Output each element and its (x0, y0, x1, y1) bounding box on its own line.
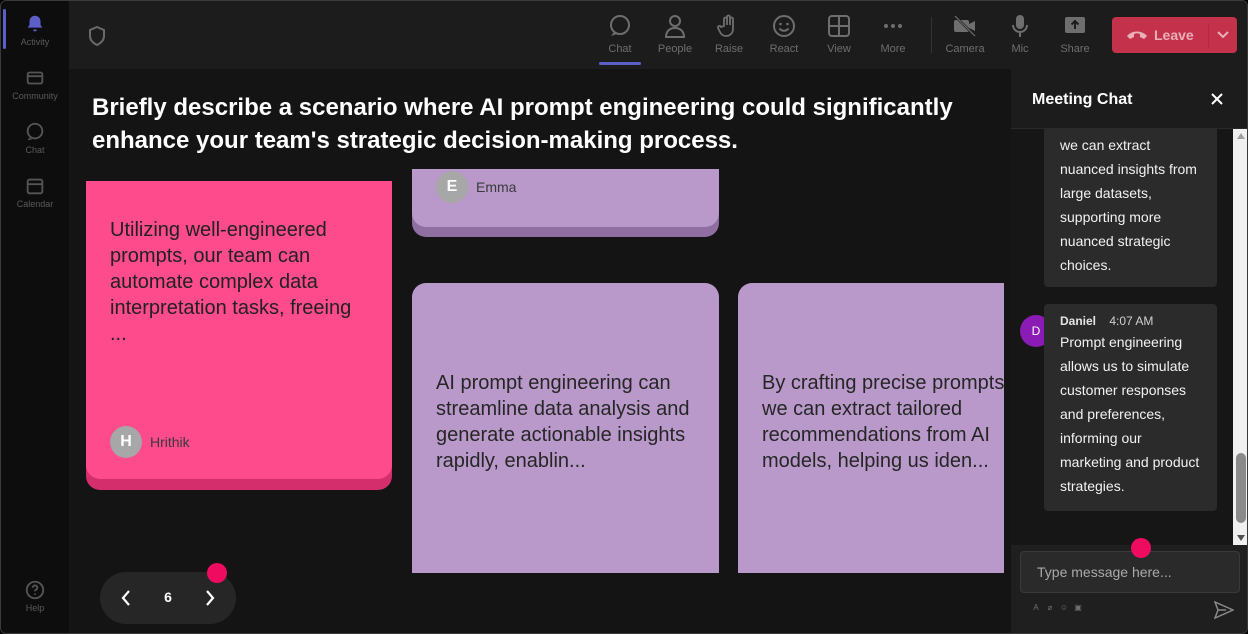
chat-button[interactable]: Chat (594, 11, 646, 65)
message-time: 4:07 AM (1109, 314, 1154, 328)
chat-message-input[interactable] (1020, 551, 1240, 593)
leave-divider (1208, 23, 1209, 47)
author-name: Hrithik (150, 434, 190, 450)
toolbar-divider (931, 17, 932, 53)
camera-button[interactable]: Camera (939, 11, 991, 63)
app-rail: Activity Community Chat Calendar Help (1, 1, 69, 633)
more-dots-icon (884, 24, 902, 28)
camera-label: Camera (945, 43, 985, 55)
message-author: Daniel (1060, 314, 1097, 328)
rail-item-help[interactable]: Help (1, 579, 69, 613)
chat-icon (26, 122, 44, 141)
gif-icon[interactable]: ▣ (1073, 603, 1083, 613)
page-number: 6 (164, 589, 172, 605)
attach-icon[interactable]: ⌀ (1045, 603, 1055, 613)
community-icon (26, 71, 44, 85)
message-text: we can extract nuanced insights from lar… (1060, 137, 1197, 273)
format-text-icon[interactable]: A (1031, 603, 1041, 613)
idea-card[interactable]: By crafting precise prompts, we can extr… (738, 283, 1004, 573)
smiley-icon (773, 15, 795, 37)
avatar: E (436, 171, 468, 203)
people-button[interactable]: People (649, 11, 701, 63)
chevron-right-icon[interactable] (202, 588, 218, 608)
chat-message: Daniel 4:07 AM Prompt engineering allows… (1044, 304, 1217, 511)
send-icon[interactable] (1214, 601, 1234, 619)
question-heading: Briefly describe a scenario where AI pro… (92, 94, 953, 154)
raise-hand-icon (717, 14, 734, 37)
active-tab-indicator (599, 62, 641, 65)
bell-icon (27, 15, 43, 32)
rail-item-calendar[interactable]: Calendar (1, 175, 69, 209)
scrollbar-thumb[interactable] (1236, 453, 1246, 523)
message-meta: Daniel 4:07 AM (1060, 312, 1201, 330)
message-text: Prompt engineering allows us to simulate… (1060, 334, 1200, 494)
author-name: Emma (476, 179, 517, 195)
hang-up-icon (1127, 31, 1147, 39)
card-text: Utilizing well-engineered prompts, our t… (110, 219, 352, 345)
view-button[interactable]: View (813, 11, 865, 63)
rail-label: Help (25, 603, 45, 613)
idea-card-emma[interactable]: E Emma (412, 169, 719, 227)
chat-header: Meeting Chat (1011, 69, 1247, 129)
mic-button[interactable]: Mic (994, 11, 1046, 63)
chat-scrollbar[interactable] (1233, 129, 1247, 545)
scroll-down-arrow-icon[interactable] (1237, 535, 1245, 541)
avatar-initial: D (1031, 324, 1041, 338)
chevron-down-icon[interactable] (1216, 29, 1230, 41)
close-icon[interactable] (1209, 91, 1225, 107)
card-author: E Emma (436, 171, 516, 203)
shield-icon (89, 25, 105, 47)
rail-label: Community (12, 91, 58, 101)
meeting-chat-panel: Meeting Chat we can extract nuanced insi… (1011, 69, 1247, 633)
chat-label: Chat (608, 43, 632, 55)
rail-label: Chat (25, 145, 45, 155)
meeting-toolbar: Chat People Raise React View More Camera (69, 1, 1247, 69)
meeting-window: Activity Community Chat Calendar Help Ch… (0, 0, 1248, 634)
idea-card[interactable]: AI prompt engineering can streamline dat… (412, 283, 719, 573)
camera-off-icon (954, 15, 976, 37)
scroll-up-arrow-icon[interactable] (1237, 133, 1245, 139)
brainstorm-board: Briefly describe a scenario where AI pro… (69, 69, 1011, 633)
help-icon (25, 580, 45, 600)
chevron-left-icon[interactable] (118, 588, 134, 608)
grid-view-icon (828, 15, 850, 37)
chat-message-list[interactable]: we can extract nuanced insights from lar… (1011, 129, 1247, 545)
rail-label: Calendar (16, 199, 54, 209)
people-icon (664, 15, 686, 38)
share-button[interactable]: Share (1049, 11, 1101, 63)
more-label: More (880, 43, 906, 55)
card-text: By crafting precise prompts, we can extr… (762, 372, 1004, 472)
emoji-icon[interactable]: ☺ (1059, 603, 1069, 613)
notification-dot (1131, 538, 1151, 558)
people-label: People (657, 43, 693, 55)
calendar-icon (26, 178, 44, 195)
rail-item-community[interactable]: Community (1, 67, 69, 101)
mic-label: Mic (1011, 43, 1029, 55)
notification-dot (207, 563, 227, 583)
microphone-icon (1012, 15, 1028, 37)
react-button[interactable]: React (758, 11, 810, 63)
share-screen-icon (1065, 17, 1085, 33)
chat-icon (610, 15, 630, 36)
chat-title: Meeting Chat (1032, 91, 1133, 108)
share-label: Share (1060, 43, 1090, 55)
raise-label: Raise (714, 43, 744, 55)
chat-message: we can extract nuanced insights from lar… (1044, 129, 1217, 287)
idea-card-hrithik[interactable]: Utilizing well-engineered prompts, our t… (86, 181, 392, 479)
raise-hand-button[interactable]: Raise (703, 11, 755, 63)
avatar: H (110, 426, 142, 458)
view-label: View (827, 43, 851, 55)
react-label: React (769, 43, 799, 55)
leave-button[interactable]: Leave (1112, 17, 1237, 53)
rail-item-chat[interactable]: Chat (1, 121, 69, 155)
more-button[interactable]: More (867, 11, 919, 63)
rail-item-activity[interactable]: Activity (1, 13, 69, 47)
card-text: AI prompt engineering can streamline dat… (436, 372, 690, 472)
leave-label: Leave (1154, 27, 1194, 43)
card-author: H Hrithik (110, 426, 190, 458)
rail-label: Activity (20, 37, 50, 47)
